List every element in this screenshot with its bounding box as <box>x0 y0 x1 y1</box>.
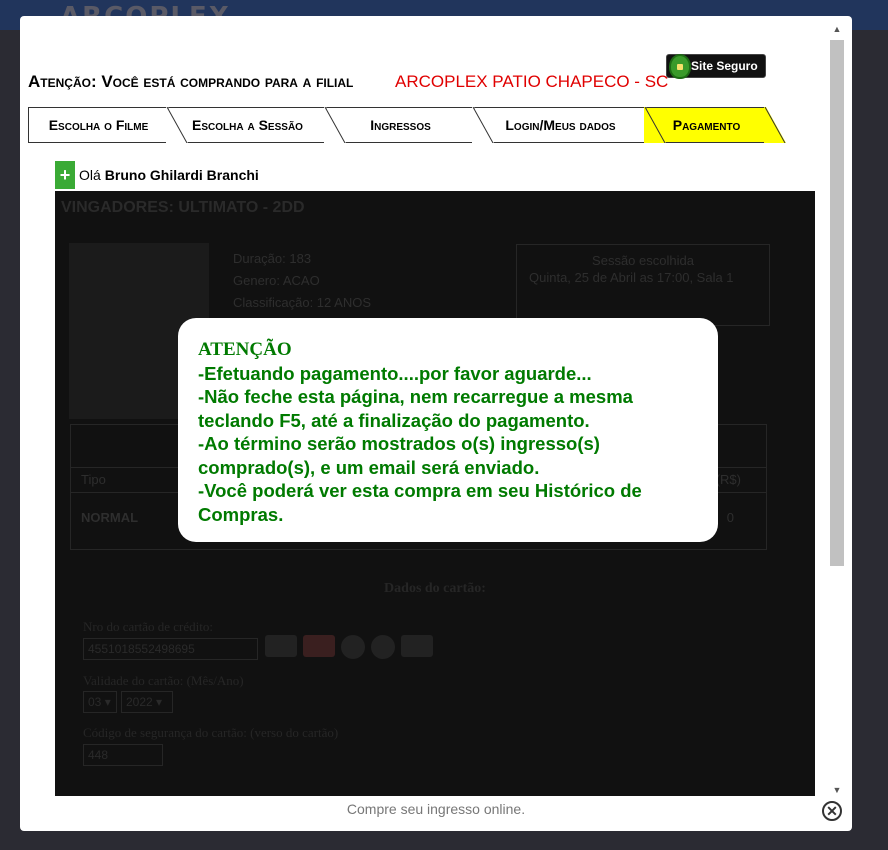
movie-duration: Duração: 183 <box>233 251 312 266</box>
tab-arrow <box>166 107 188 143</box>
session-title: Sessão escolhida <box>592 253 694 268</box>
tab-choose-session[interactable]: Escolha a Sessão <box>168 107 346 143</box>
expiry-month-select[interactable]: 03 ▾ <box>83 691 117 713</box>
tab-label: Pagamento <box>672 117 741 133</box>
user-greeting: + Olá Bruno Ghilardi Branchi <box>55 161 259 189</box>
scroll-thumb[interactable] <box>830 40 844 566</box>
padlock-icon <box>669 54 691 79</box>
scrollbar[interactable]: ▲ ▼ <box>829 22 845 797</box>
dialog-line: -Ao término serão mostrados o(s) ingress… <box>198 433 600 478</box>
movie-title: VINGADORES: ULTIMATO - 2DD <box>61 199 305 216</box>
secure-seal-label: Site Seguro <box>691 59 758 73</box>
secure-site-seal: Site Seguro <box>666 54 766 79</box>
dialog-line: -Efetuando pagamento....por favor aguard… <box>198 362 592 384</box>
processing-dialog: ATENÇÃO -Efetuando pagamento....por favo… <box>178 318 718 542</box>
card-section-title: Dados do cartão: <box>384 581 486 596</box>
scroll-up-icon[interactable]: ▲ <box>829 22 845 36</box>
cvv-label: Código de segurança do cartão: (verso do… <box>83 725 339 740</box>
footer-text: Compre seu ingresso online. <box>346 801 526 817</box>
tab-label: Escolha o Filme <box>48 117 149 133</box>
close-icon[interactable]: ✕ <box>822 801 842 821</box>
expiry-month-value: 03 <box>88 695 102 709</box>
movie-genre: Genero: ACAO <box>233 273 320 288</box>
tab-choose-movie[interactable]: Escolha o Filme <box>28 107 188 143</box>
chosen-session: Sessão escolhida Quinta, 25 de Abril as … <box>516 244 770 326</box>
tab-arrow <box>644 107 666 143</box>
branch-name: ARCOPLEX PATIO CHAPECO - SC <box>395 72 669 91</box>
expiry-year-select[interactable]: 2022 ▾ <box>121 691 173 713</box>
user-name: Bruno Ghilardi Branchi <box>104 167 259 183</box>
tab-label: Login/Meus dados <box>505 117 616 133</box>
greeting-prefix: Olá <box>79 167 101 183</box>
visa-icon[interactable] <box>265 635 297 657</box>
branch-notice: Atenção: Você está comprando para a fili… <box>28 54 828 94</box>
notice-text: Atenção: Você está comprando para a fili… <box>28 72 354 91</box>
tab-arrow <box>472 107 494 143</box>
tab-label: Escolha a Sessão <box>192 117 303 133</box>
tab-arrow <box>324 107 346 143</box>
dialog-title: ATENÇÃO <box>198 339 292 360</box>
card-expiry-label: Validade do cartão: (Mês/Ano) <box>83 673 244 688</box>
session-detail: Quinta, 25 de Abril as 17:00, Sala 1 <box>529 270 734 285</box>
plus-icon[interactable]: + <box>55 161 75 189</box>
scroll-down-icon[interactable]: ▼ <box>829 783 845 797</box>
elo-icon[interactable] <box>371 635 395 659</box>
tab-arrow <box>764 107 786 143</box>
dialog-line: -Não feche esta página, nem recarregue a… <box>198 386 633 431</box>
ticket-type: NORMAL <box>81 510 139 525</box>
ticket-value: 0 <box>726 510 734 525</box>
ticket-type-header: Tipo <box>81 472 106 487</box>
mastercard-icon[interactable] <box>303 635 335 657</box>
tab-tickets[interactable]: Ingressos <box>326 107 494 143</box>
checkout-steps: Escolha o Filme Escolha a Sessão Ingress… <box>28 107 786 143</box>
card-brands <box>265 635 433 659</box>
amex-icon[interactable] <box>401 635 433 657</box>
movie-rating: Classificação: 12 ANOS <box>233 295 372 310</box>
tab-label: Ingressos <box>370 117 431 133</box>
card-number-input[interactable]: 4551018552498695 <box>83 638 258 660</box>
expiry-year-value: 2022 <box>126 695 153 709</box>
ticket-value-header: (R$) <box>715 472 741 487</box>
dialog-line: -Você poderá ver esta compra em seu Hist… <box>198 480 642 525</box>
checkout-modal: Atenção: Você está comprando para a fili… <box>20 16 852 831</box>
tab-login[interactable]: Login/Meus dados <box>474 107 666 143</box>
cvv-input[interactable]: 448 <box>83 744 163 766</box>
movie-info: Duração: 183 Genero: ACAO Classificação:… <box>233 248 371 314</box>
card-number-label: Nro do cartão de crédito: <box>83 619 213 634</box>
diners-icon[interactable] <box>341 635 365 659</box>
